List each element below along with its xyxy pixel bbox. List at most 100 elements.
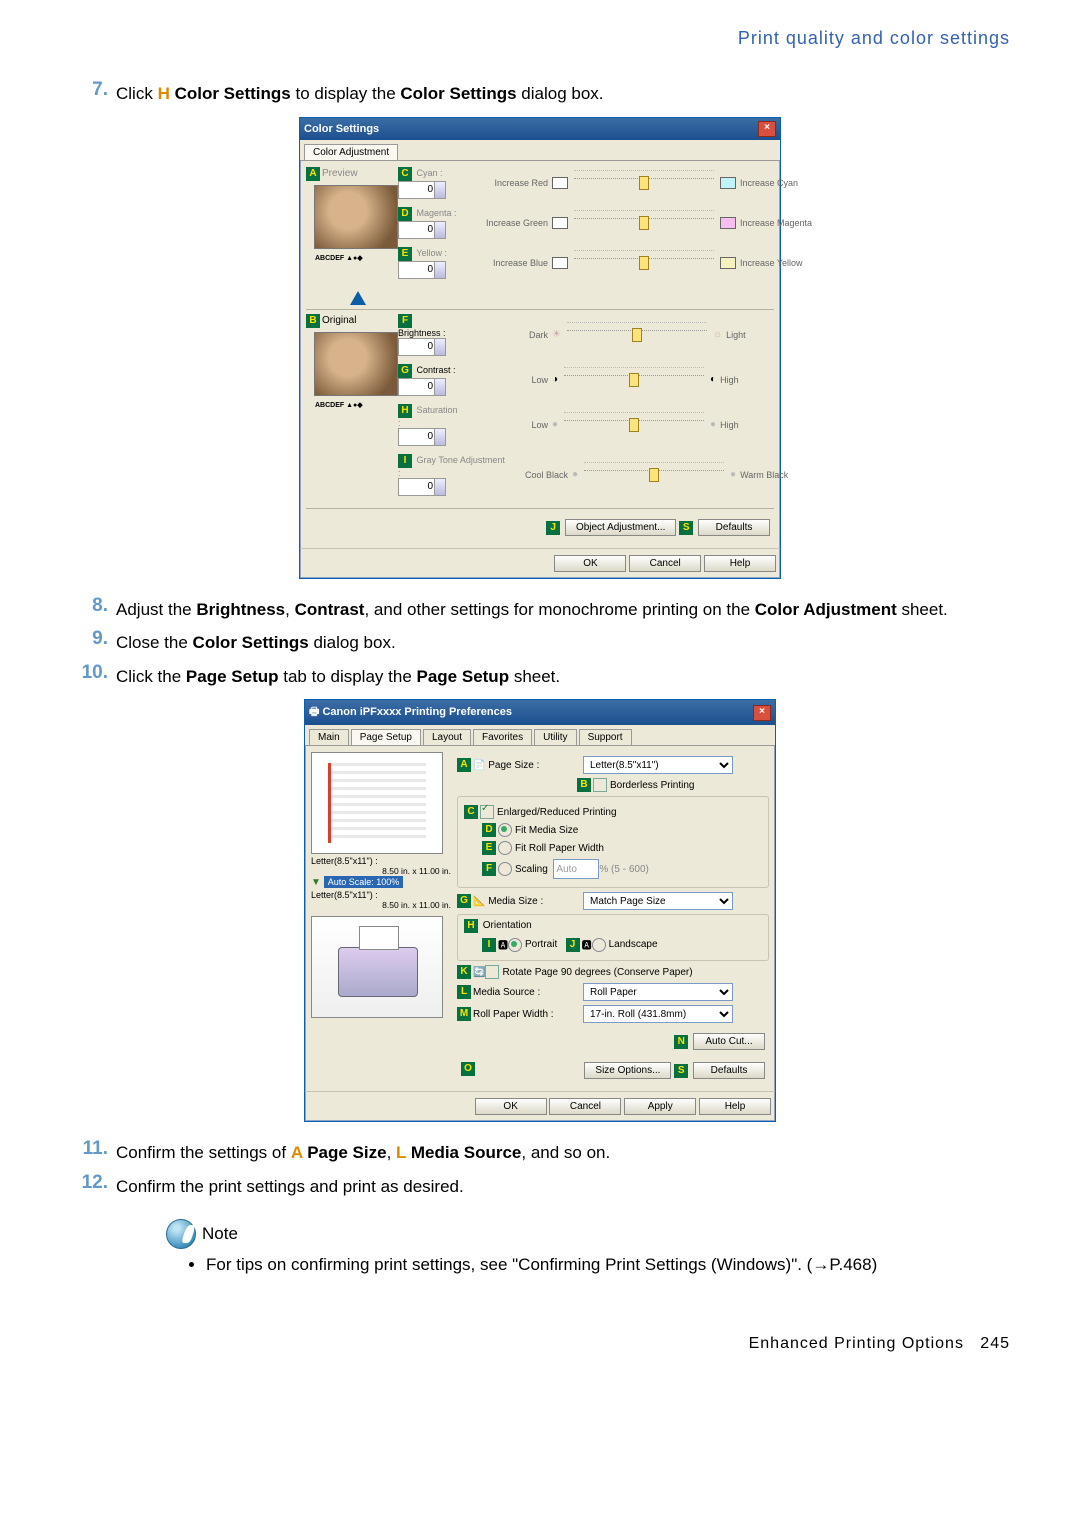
tab-favorites[interactable]: Favorites [473, 729, 532, 745]
lbl-warm-black: Warm Black [736, 470, 830, 480]
tab-page-setup[interactable]: Page Setup [351, 729, 421, 745]
brightness-slider[interactable] [567, 330, 707, 339]
dim-label-1: Letter(8.5"x11") : [311, 856, 451, 866]
step-11-text: Confirm the settings of A Page Size, L M… [116, 1138, 1010, 1166]
autocut-button[interactable]: Auto Cut... [693, 1033, 765, 1050]
borderless-checkbox[interactable] [593, 778, 607, 792]
lbl-increase-blue: Increase Blue [458, 258, 552, 268]
lbl-dark: Dark [458, 330, 552, 340]
contrast-spinner[interactable]: 0 [398, 378, 446, 396]
dialog-title: 🖶 Canon iPFxxxx Printing Preferences [309, 703, 512, 722]
fit-roll-radio[interactable] [498, 841, 512, 855]
note-bullet: For tips on confirming print settings, s… [206, 1255, 1010, 1275]
graytone-slider [584, 470, 724, 479]
scaling-range: % (5 - 600) [599, 864, 648, 875]
ok-button[interactable]: OK [554, 555, 626, 572]
scaling-input [553, 859, 599, 879]
contrast-slider[interactable] [564, 375, 704, 384]
rollwidth-select[interactable]: 17-in. Roll (431.8mm) [583, 1005, 733, 1023]
cancel-button[interactable]: Cancel [549, 1098, 621, 1115]
original-thumbnail: ABCDEF ▲●◆ [314, 332, 398, 396]
marker-B: B [577, 778, 591, 792]
mediasrc-select[interactable]: Roll Paper [583, 983, 733, 1001]
tab-main[interactable]: Main [309, 729, 349, 745]
auto-scale-label: Auto Scale: 100% [324, 876, 404, 888]
saturation-slider [564, 420, 704, 429]
tab-color-adjustment[interactable]: Color Adjustment [304, 144, 398, 160]
object-adjustment-button[interactable]: Object Adjustment... [565, 519, 677, 536]
page-setup-dialog: 🖶 Canon iPFxxxx Printing Preferences × M… [304, 699, 776, 1122]
dialog-title: Color Settings [304, 123, 379, 135]
swatch-green [552, 217, 568, 229]
ok-button[interactable]: OK [475, 1098, 547, 1115]
portrait-radio[interactable] [508, 938, 522, 952]
defaults-button[interactable]: Defaults [698, 519, 770, 536]
landscape-radio[interactable] [592, 938, 606, 952]
marker-J: J [566, 938, 580, 952]
yellow-slider[interactable] [574, 258, 714, 267]
note-icon [166, 1219, 196, 1249]
fit-media-label: Fit Media Size [515, 825, 578, 836]
marker-O: O [461, 1062, 475, 1076]
pagesize-select[interactable]: Letter(8.5"x11") [583, 756, 733, 774]
step-10-text: Click the Page Setup tab to display the … [116, 662, 1010, 690]
arrow-up-icon [350, 291, 366, 305]
dim-label-2: Letter(8.5"x11") : [311, 890, 451, 900]
fit-media-radio[interactable] [498, 823, 512, 837]
close-icon[interactable]: × [758, 121, 776, 137]
rollwidth-label: Roll Paper Width : [473, 1009, 583, 1020]
swatch-yellow [720, 257, 736, 269]
landscape-label: Landscape [609, 939, 658, 950]
lbl-increase-yellow: Increase Yellow [736, 258, 830, 268]
marker-D: D [482, 823, 496, 837]
apply-button[interactable]: Apply [624, 1098, 696, 1115]
mediasrc-label: Media Source : [473, 987, 583, 998]
swatch-magenta [720, 217, 736, 229]
marker-H: H [464, 919, 478, 933]
marker-F: F [482, 862, 496, 876]
lbl-low: Low [458, 375, 552, 385]
cancel-button[interactable]: Cancel [629, 555, 701, 572]
marker-J: J [546, 521, 560, 535]
swatch-red [552, 177, 568, 189]
enlarged-checkbox[interactable] [480, 805, 494, 819]
yellow-spinner[interactable]: 0 [398, 261, 446, 279]
mediasize-select[interactable]: Match Page Size [583, 892, 733, 910]
brightness-spinner[interactable]: 0 [398, 338, 446, 356]
footer-section: Enhanced Printing Options [749, 1335, 964, 1352]
tab-utility[interactable]: Utility [534, 729, 576, 745]
lbl-sat-low: Low [458, 420, 552, 430]
printer-preview [311, 916, 443, 1018]
saturation-spinner: 0 [398, 428, 446, 446]
defaults-button[interactable]: Defaults [693, 1062, 765, 1079]
rotate-checkbox[interactable] [485, 965, 499, 979]
note-label: Note [202, 1224, 238, 1244]
preview-label: Preview [322, 168, 358, 179]
marker-S: S [674, 1064, 688, 1078]
tab-support[interactable]: Support [579, 729, 632, 745]
magenta-slider[interactable] [574, 218, 714, 227]
step-number: 11. [70, 1138, 116, 1166]
cyan-spinner[interactable]: 0 [398, 181, 446, 199]
lbl-high: High [716, 375, 810, 385]
close-icon[interactable]: × [753, 705, 771, 721]
portrait-label: Portrait [525, 939, 557, 950]
scaling-radio[interactable] [498, 862, 512, 876]
marker-S: S [679, 521, 693, 535]
step-number: 10. [70, 662, 116, 690]
contrast-label: Contrast : [417, 365, 456, 375]
color-settings-dialog: Color Settings × Color Adjustment APrevi… [299, 117, 781, 579]
fit-roll-label: Fit Roll Paper Width [515, 843, 604, 854]
marker-H2: H [398, 404, 412, 418]
magenta-spinner[interactable]: 0 [398, 221, 446, 239]
cyan-slider[interactable] [574, 178, 714, 187]
marker-H: H [158, 84, 170, 103]
marker-L: L [457, 985, 471, 999]
help-button[interactable]: Help [699, 1098, 771, 1115]
marker-C: C [464, 805, 478, 819]
help-button[interactable]: Help [704, 555, 776, 572]
sizeoptions-button[interactable]: Size Options... [584, 1062, 671, 1079]
step-7-text: Click H Color Settings to display the Co… [116, 79, 1010, 107]
dim-sub-2: 8.50 in. x 11.00 in. [311, 900, 451, 910]
tab-layout[interactable]: Layout [423, 729, 471, 745]
